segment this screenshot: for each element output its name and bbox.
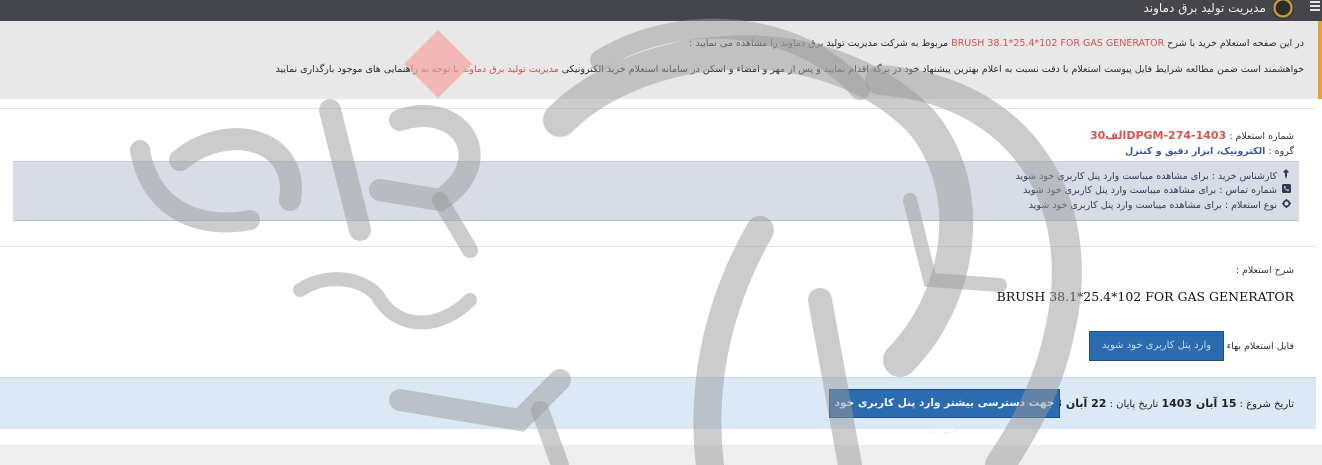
start-date-label: تاریخ شروع : (1239, 399, 1294, 410)
type-text: نوع استعلام : برای مشاهده میباست وارد پن… (1028, 200, 1277, 211)
intro-line1-prefix: در این صفحه استعلام خرید با شرح (1164, 38, 1304, 49)
phone-text: شماره تماس : برای مشاهده میباست وارد پنل… (1023, 185, 1277, 196)
inquiry-number-label: شماره استعلام : (1229, 131, 1294, 142)
inquiry-group-value: الکترونیک، ابزار دقیق و کنترل (1125, 146, 1266, 157)
gear-icon (1281, 199, 1291, 211)
phone-icon (1281, 184, 1291, 196)
phone-row: شماره تماس : برای مشاهده میباست وارد پنل… (1023, 184, 1291, 196)
contact-info-box: کارشناس خرید : برای مشاهده میباست وارد پ… (13, 161, 1299, 221)
dates-band: تاریخ شروع : 15 آبان 1403 تاریخ پایان : … (0, 377, 1316, 436)
intro-line2-prefix: خواهشمند است ضمن مطالعه شرایط فایل پیوست… (558, 64, 1304, 75)
pin-icon (1281, 169, 1291, 182)
buyer-text: کارشناس خرید : برای مشاهده میباست وارد پ… (1015, 171, 1277, 182)
inquiry-number-value: DPGM-274-1403الف30 (1089, 129, 1227, 142)
inquiry-info-card: شماره استعلام : DPGM-274-1403الف30 گروه … (0, 108, 1316, 245)
intro-line2-highlight: مدیریت تولید برق دماوند (461, 64, 559, 75)
start-date-value: 15 آبان 1403 (1161, 397, 1237, 410)
intro-panel: در این صفحه استعلام خرید با شرح BRUSH 38… (0, 21, 1322, 99)
company-logo (1272, 0, 1294, 20)
page-footer-strip (0, 445, 1322, 465)
access-login-button[interactable]: جهت دسترسی بیشتر وارد پنل کاربری خود شوی… (829, 389, 1060, 436)
hamburger-icon[interactable] (1310, 1, 1320, 11)
description-card: شرح استعلام : BRUSH 38.1*25.4*102 FOR GA… (0, 246, 1316, 377)
end-date-label: تاریخ پایان : (1109, 399, 1159, 410)
top-bar: مدیریت تولید برق دماوند (0, 0, 1322, 21)
description-value: BRUSH 38.1*25.4*102 FOR GAS GENERATOR (996, 289, 1294, 304)
inquiry-number: شماره استعلام : DPGM-274-1403الف30 (1090, 129, 1294, 142)
inquiry-group-label: گروه : (1268, 146, 1294, 157)
intro-line1-suffix: مربوط به شرکت مدیریت تولید برق دماوند را… (689, 38, 952, 49)
description-label: شرح استعلام : (1235, 265, 1294, 276)
intro-line-1: در این صفحه استعلام خرید با شرح BRUSH 38… (689, 38, 1304, 49)
buyer-row: کارشناس خرید : برای مشاهده میباست وارد پ… (1016, 169, 1291, 182)
intro-line1-highlight: BRUSH 38.1*25.4*102 FOR GAS GENERATOR (951, 38, 1165, 49)
type-row: نوع استعلام : برای مشاهده میباست وارد پن… (1029, 199, 1291, 211)
file-label: فایل استعلام بهاء : (1220, 341, 1294, 352)
inquiry-group: گروه : الکترونیک، ابزار دقیق و کنترل (1125, 146, 1294, 157)
login-to-panel-button[interactable]: وارد پنل کاربری خود شوید (1089, 331, 1224, 361)
dates-text: تاریخ شروع : 15 آبان 1403 تاریخ پایان : … (1031, 397, 1294, 410)
app-title: مدیریت تولید برق دماوند (1143, 1, 1266, 15)
